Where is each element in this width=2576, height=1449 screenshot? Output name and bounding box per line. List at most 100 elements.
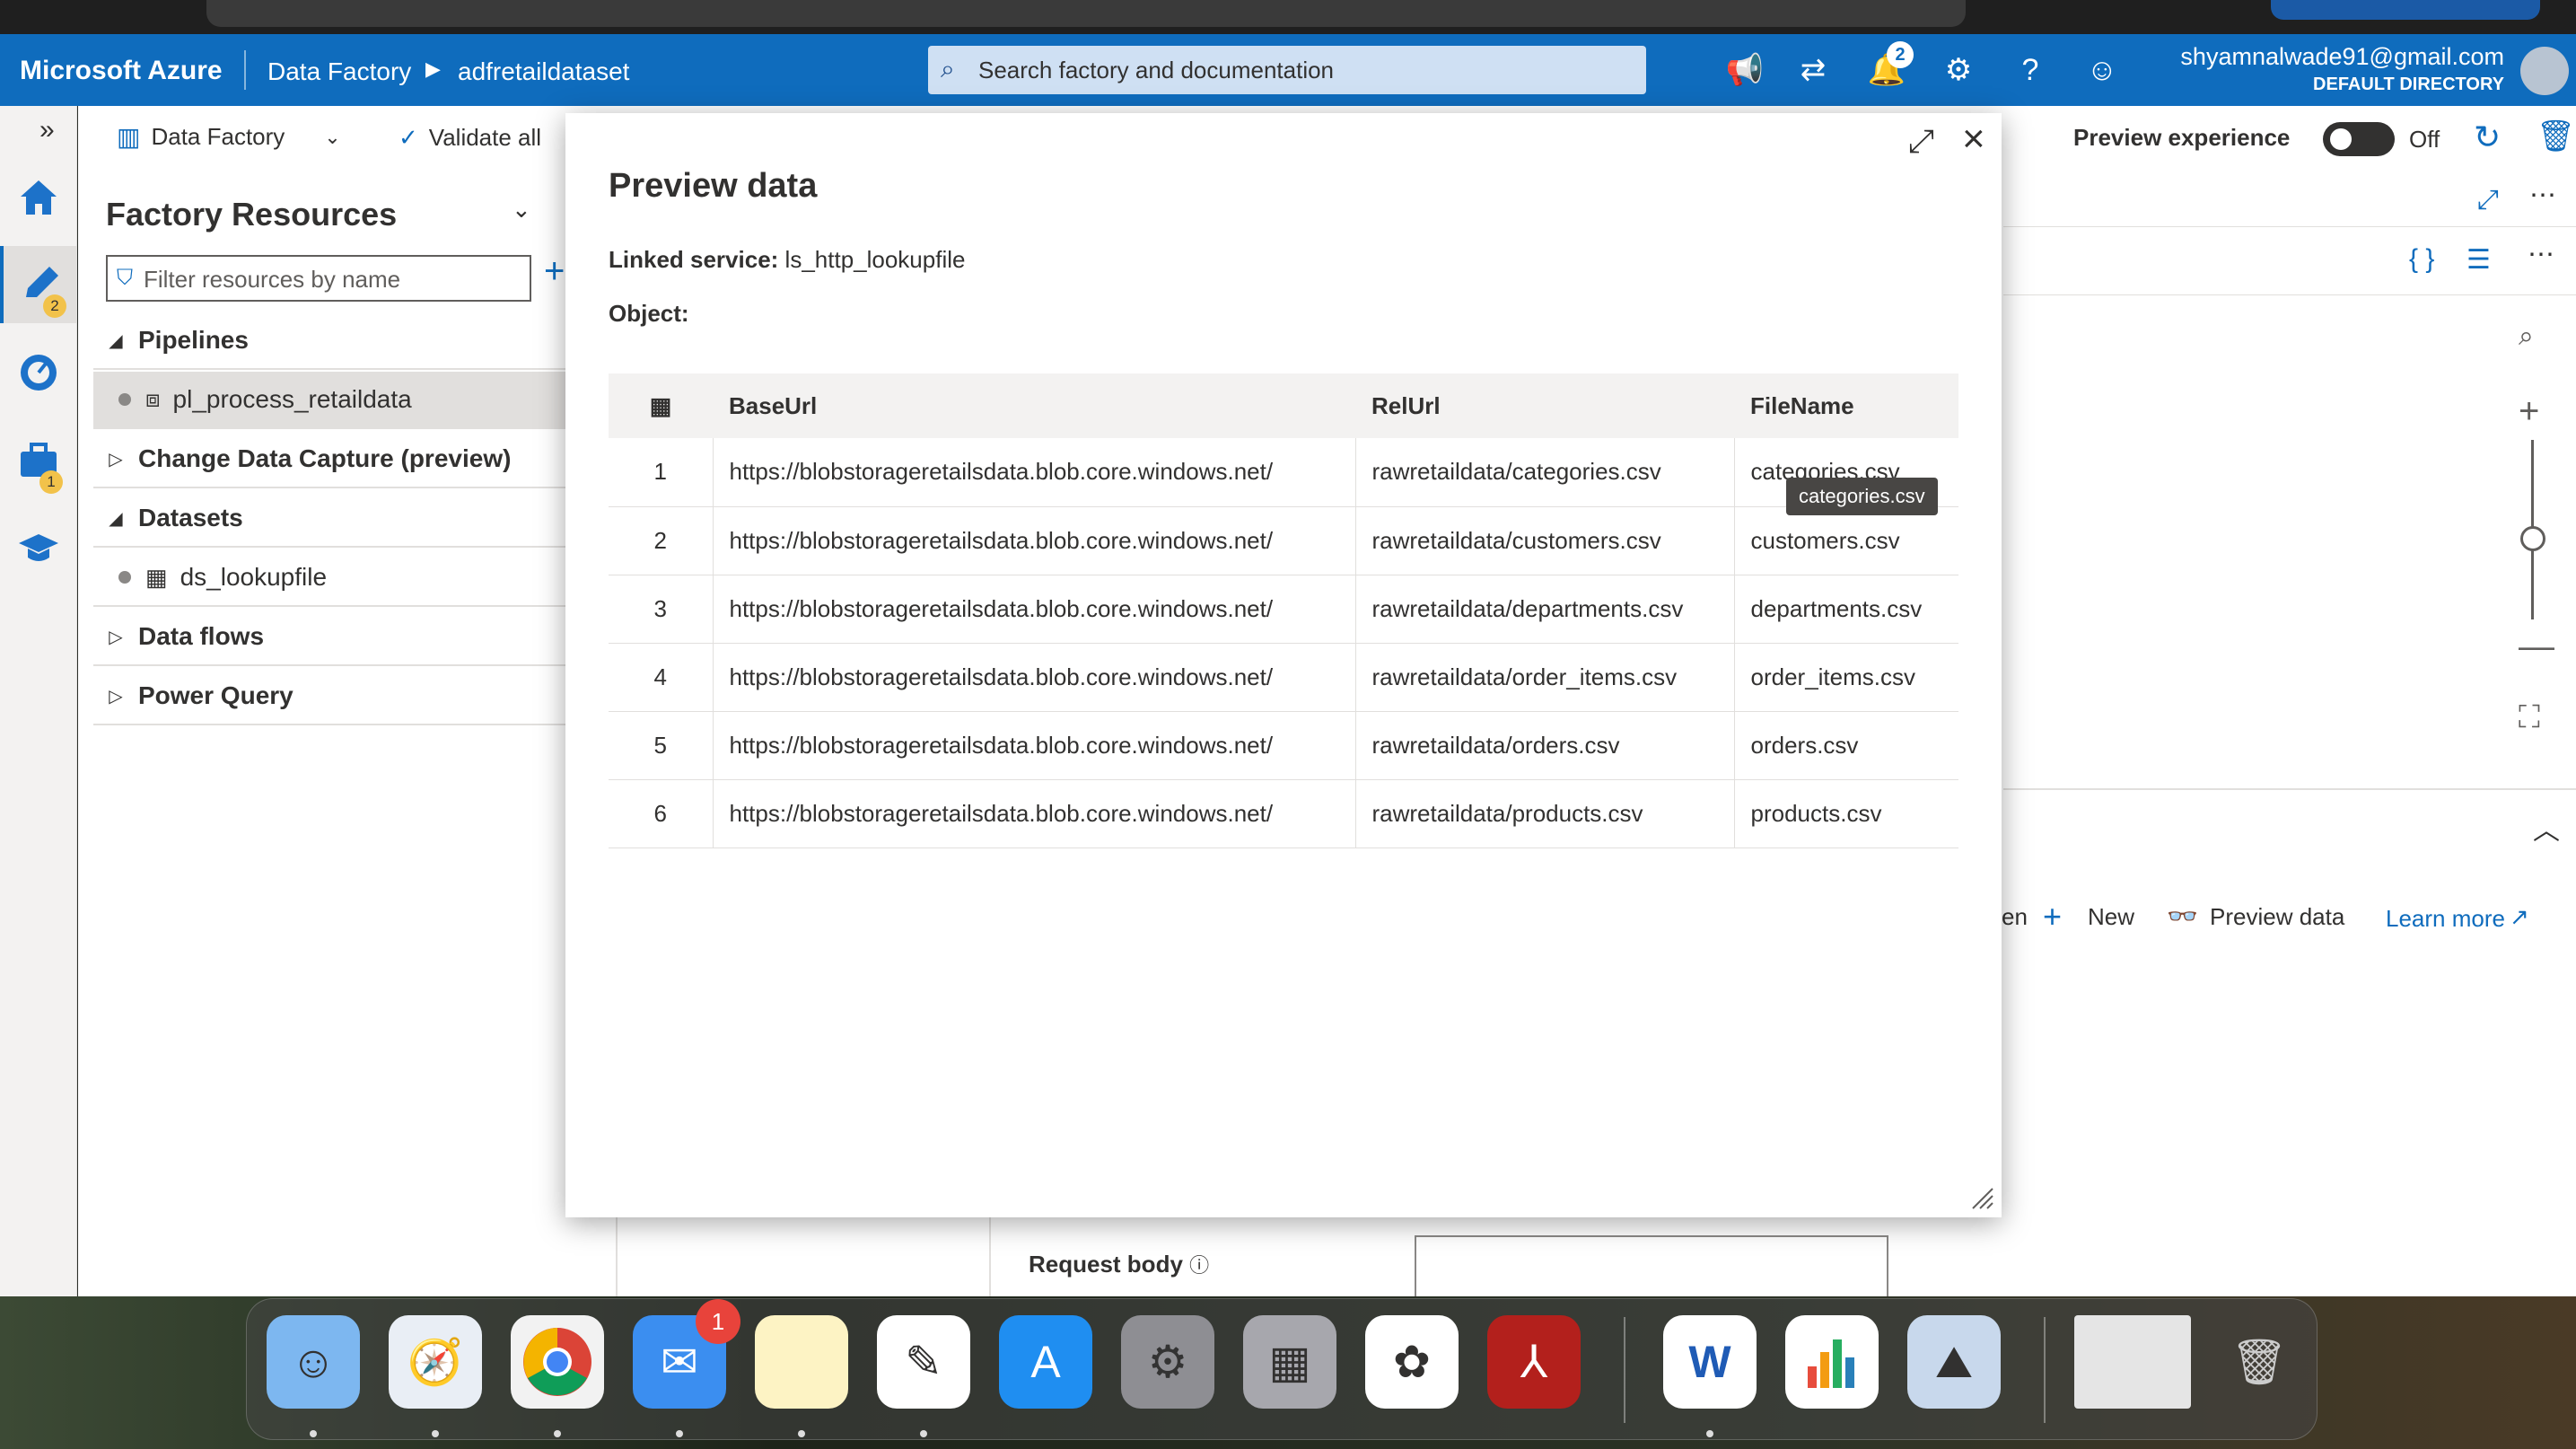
resize-grip-icon[interactable] <box>1967 1183 1994 1210</box>
browser-profile-button[interactable] <box>2271 0 2540 20</box>
app-store-icon[interactable]: A <box>999 1315 1092 1409</box>
row-number-cell[interactable]: 1 <box>609 438 713 507</box>
row-number-cell[interactable]: 4 <box>609 643 713 712</box>
new-button[interactable]: New <box>2088 903 2134 931</box>
help-icon[interactable]: ? <box>2011 50 2050 90</box>
system-settings-icon[interactable]: ⚙ <box>1121 1315 1214 1409</box>
preview-icon[interactable]: ⛰ <box>1907 1315 2001 1409</box>
refresh-icon[interactable]: ↻ <box>2474 119 2501 156</box>
tree-item-dataset[interactable]: ▦ ds_lookupfile <box>93 549 569 607</box>
collapse-all-icon[interactable]: ⌄ <box>512 196 531 224</box>
settings-gear-icon[interactable]: ⚙ <box>1939 50 1978 90</box>
filename-cell[interactable]: customers.csv <box>1733 506 1958 575</box>
screenshot-thumbnail[interactable] <box>2074 1315 2191 1409</box>
properties-icon[interactable]: ☰ <box>2466 244 2491 276</box>
relurl-cell[interactable]: rawretaildata/orders.csv <box>1354 711 1734 780</box>
tree-group-datasets[interactable]: ◢ Datasets <box>93 490 569 548</box>
table-row[interactable]: 6 https://blobstorageretailsdata.blob.cor… <box>609 779 1958 848</box>
author-pencil-icon[interactable]: 2 <box>0 246 77 323</box>
zoom-in-icon[interactable]: + <box>2519 391 2539 432</box>
table-row[interactable]: 1 https://blobstorageretailsdata.blob.cor… <box>609 438 1958 507</box>
avatar[interactable] <box>2520 47 2569 95</box>
tree-item-pipeline[interactable]: ⧈ pl_process_retaildata <box>93 372 569 429</box>
table-row[interactable]: 5 https://blobstorageretailsdata.blob.cor… <box>609 711 1958 780</box>
baseurl-cell[interactable]: https://blobstorageretailsdata.blob.core… <box>712 779 1355 848</box>
browser-address-bar[interactable] <box>206 0 1966 27</box>
filter-box[interactable]: ⛉ <box>106 255 531 302</box>
filename-cell[interactable]: order_items.csv <box>1733 643 1958 712</box>
expand-rail-icon[interactable]: » <box>39 115 55 145</box>
finder-icon[interactable]: ☺ <box>267 1315 360 1409</box>
search-input[interactable] <box>978 53 1625 87</box>
acrobat-icon[interactable]: ⅄ <box>1487 1315 1581 1409</box>
baseurl-cell[interactable]: https://blobstorageretailsdata.blob.core… <box>712 575 1355 644</box>
open-button-partial[interactable]: en <box>2002 903 2028 931</box>
manage-toolbox-icon[interactable]: 1 <box>0 422 77 499</box>
zoom-out-icon[interactable]: — <box>2519 627 2554 667</box>
filter-resources-input[interactable] <box>144 264 521 294</box>
tree-group-power-query[interactable]: ▷ Power Query <box>93 668 569 725</box>
chrome-icon[interactable] <box>511 1315 604 1409</box>
photos-icon[interactable]: ✿ <box>1365 1315 1459 1409</box>
validate-all-button[interactable]: ✓ Validate all <box>399 124 541 152</box>
notes-icon[interactable] <box>755 1315 848 1409</box>
more-options-icon[interactable]: ⋯ <box>2529 180 2556 211</box>
feedback-icon[interactable]: ☺ <box>2082 50 2122 90</box>
preview-experience-toggle[interactable] <box>2323 122 2395 156</box>
discard-icon[interactable]: 🗑 <box>2537 119 2575 154</box>
filename-cell[interactable]: departments.csv <box>1733 575 1958 644</box>
row-number-cell[interactable]: 6 <box>609 779 713 848</box>
fit-to-screen-icon[interactable]: ⛶ <box>2519 700 2540 735</box>
data-factory-dropdown[interactable]: ▥ Data Factory ⌄ <box>117 122 341 152</box>
table-row[interactable]: 4 https://blobstorageretailsdata.blob.cor… <box>609 643 1958 712</box>
baseurl-cell[interactable]: https://blobstorageretailsdata.blob.core… <box>712 438 1355 507</box>
preview-data-button[interactable]: Preview data <box>2210 903 2344 931</box>
textedit-icon[interactable]: ✎ <box>877 1315 970 1409</box>
relurl-cell[interactable]: rawretaildata/products.csv <box>1354 779 1734 848</box>
baseurl-cell[interactable]: https://blobstorageretailsdata.blob.core… <box>712 643 1355 712</box>
learn-more-link[interactable]: Learn more <box>2386 905 2505 933</box>
code-braces-icon[interactable]: { } <box>2409 244 2434 275</box>
add-resource-icon[interactable]: + <box>544 251 565 292</box>
expand-dialog-icon[interactable]: ⤢ <box>1908 122 1934 161</box>
tree-group-pipelines[interactable]: ◢ Pipelines <box>93 312 569 370</box>
table-row[interactable]: 3 https://blobstorageretailsdata.blob.cor… <box>609 575 1958 644</box>
monitor-gauge-icon[interactable] <box>0 334 77 411</box>
tree-group-dataflows[interactable]: ▷ Data flows <box>93 609 569 666</box>
filename-cell[interactable]: orders.csv <box>1733 711 1958 780</box>
account-info[interactable]: shyamnalwade91@gmail.com DEFAULT DIRECTO… <box>2180 43 2504 95</box>
word-icon[interactable]: W <box>1663 1315 1757 1409</box>
zoom-slider-handle[interactable] <box>2520 526 2545 551</box>
relurl-cell[interactable]: rawretaildata/order_items.csv <box>1354 643 1734 712</box>
breadcrumb-data-factory[interactable]: Data Factory <box>267 57 411 86</box>
linked-service-value: ls_http_lookupfile <box>784 246 966 273</box>
row-number-cell[interactable]: 5 <box>609 711 713 780</box>
relurl-cell[interactable]: rawretaildata/categories.csv <box>1354 438 1734 507</box>
breadcrumb-factory-name[interactable]: adfretaildataset <box>458 57 629 86</box>
request-body-input[interactable] <box>1415 1235 1888 1298</box>
switch-directory-icon[interactable]: ⇄ <box>1793 50 1833 90</box>
baseurl-cell[interactable]: https://blobstorageretailsdata.blob.core… <box>712 711 1355 780</box>
search-canvas-icon[interactable]: ⌕ <box>2519 321 2534 352</box>
launchpad-icon[interactable]: ▦ <box>1243 1315 1336 1409</box>
trash-icon[interactable]: 🗑 <box>2212 1315 2306 1409</box>
table-row[interactable]: 2 https://blobstorageretailsdata.blob.cor… <box>609 506 1958 575</box>
relurl-cell[interactable]: rawretaildata/departments.csv <box>1354 575 1734 644</box>
baseurl-cell[interactable]: https://blobstorageretailsdata.blob.core… <box>712 506 1355 575</box>
megaphone-icon[interactable]: 📢 <box>1725 50 1765 90</box>
numbers-icon[interactable] <box>1785 1315 1879 1409</box>
tree-group-cdc[interactable]: ▷ Change Data Capture (preview) <box>93 431 569 488</box>
filename-cell[interactable]: products.csv <box>1733 779 1958 848</box>
search-box[interactable]: ⌕ <box>928 46 1646 94</box>
home-icon[interactable] <box>0 158 77 235</box>
row-number-cell[interactable]: 3 <box>609 575 713 644</box>
safari-icon[interactable]: 🧭 <box>389 1315 482 1409</box>
collapse-chevron-up-icon[interactable]: ︿ <box>2533 808 2560 847</box>
relurl-cell[interactable]: rawretaildata/customers.csv <box>1354 506 1734 575</box>
learning-cap-icon[interactable] <box>0 510 77 587</box>
more-options-icon[interactable]: ⋯ <box>2528 239 2554 270</box>
close-icon[interactable]: × <box>1962 117 1985 162</box>
maximize-icon[interactable]: ⤢ <box>2477 185 2499 215</box>
row-number-cell[interactable]: 2 <box>609 506 713 575</box>
azure-brand[interactable]: Microsoft Azure <box>20 56 223 86</box>
